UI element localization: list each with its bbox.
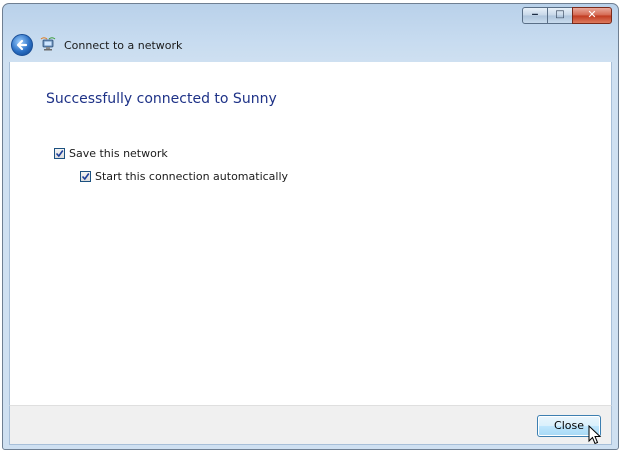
close-icon: ✕ [587,8,597,21]
content-area: Successfully connected to Sunny Save thi… [9,62,612,405]
save-network-option[interactable]: Save this network [54,147,168,160]
save-network-label: Save this network [69,147,168,160]
minimize-icon: ‒ [531,9,539,20]
auto-connect-checkbox[interactable] [80,171,91,182]
page-title: Successfully connected to Sunny [46,91,277,107]
back-button[interactable] [11,34,33,56]
maximize-icon: □ [555,9,565,20]
back-arrow-icon [16,39,28,51]
caption-buttons: ‒ □ ✕ [522,7,612,24]
dialog-footer: Close [9,405,612,445]
checkmark-icon [55,150,64,158]
window-close-button[interactable]: ✕ [572,7,612,24]
mouse-pointer-icon [588,425,602,445]
window-title: Connect to a network [64,39,183,52]
dialog-window: ‒ □ ✕ Connect to a network Successfully … [2,3,619,450]
maximize-button[interactable]: □ [547,7,573,24]
save-network-checkbox[interactable] [54,148,65,159]
minimize-button[interactable]: ‒ [522,7,548,24]
title-bar[interactable]: ‒ □ ✕ Connect to a network [3,4,618,62]
auto-connect-option[interactable]: Start this connection automatically [80,170,288,183]
auto-connect-label: Start this connection automatically [95,170,289,183]
network-icon [40,37,56,51]
checkmark-icon [81,173,90,181]
